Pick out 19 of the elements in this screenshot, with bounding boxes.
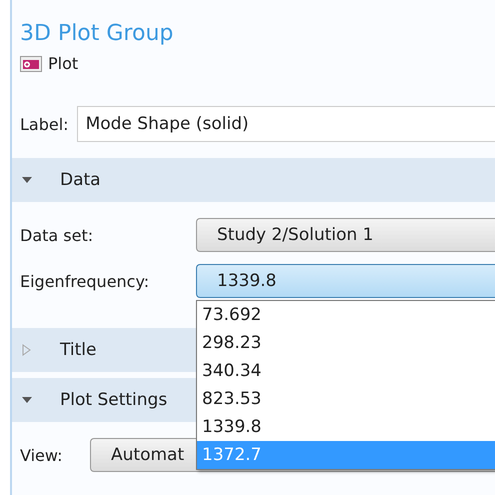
- section-title: Title: [60, 340, 96, 360]
- field-label: View:: [20, 446, 64, 464]
- section-title: Data: [60, 170, 101, 190]
- dropdown-option[interactable]: 340.34: [197, 357, 495, 385]
- section-header[interactable]: Data: [12, 158, 495, 202]
- dropdown-combo[interactable]: Study 2/Solution 1: [196, 218, 495, 252]
- dropdown-option[interactable]: 298.23: [197, 329, 495, 357]
- dropdown-option[interactable]: 73.692: [197, 301, 495, 329]
- plot-group-title: 3D Plot Group: [19, 20, 174, 48]
- dropdown-combo[interactable]: 1339.8: [196, 264, 495, 298]
- field-label: Data set:: [20, 226, 94, 244]
- dropdown-option[interactable]: 1339.8: [197, 413, 495, 441]
- label-field[interactable]: Mode Shape (solid): [76, 106, 495, 142]
- plot-button[interactable]: Plot: [20, 54, 78, 73]
- dropdown-option[interactable]: 823.53: [197, 385, 495, 413]
- section-title: Plot Settings: [60, 390, 168, 410]
- plot-icon: [20, 56, 42, 72]
- label-caption: Label:: [20, 114, 69, 134]
- field-label: Eigenfrequency:: [20, 272, 150, 290]
